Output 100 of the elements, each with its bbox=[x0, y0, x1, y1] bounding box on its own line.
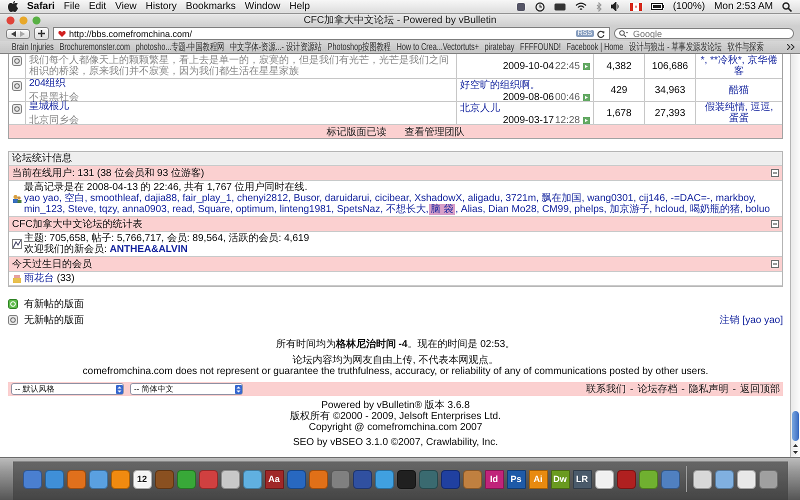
member-link[interactable]: CM99, bbox=[542, 204, 572, 215]
forum-totals: 主题: 705,658, 帖子: 5,766,717, 会员: 89,564, 活跃的会员: 4,619 bbox=[24, 233, 310, 244]
member-link[interactable]: SpetsNaz, bbox=[336, 204, 384, 215]
welcome-text: 欢迎我们的新会员: ANTHEA&ALVIN bbox=[24, 244, 189, 255]
post-count: 34,963 bbox=[654, 84, 686, 96]
birthday-member: 雨花台 (33) bbox=[24, 273, 75, 284]
menu-item[interactable]: Help bbox=[289, 1, 310, 12]
menu-item[interactable]: Edit bbox=[88, 1, 106, 12]
member-link[interactable]: dajia88, bbox=[144, 193, 180, 204]
menu-item[interactable]: File bbox=[64, 1, 80, 12]
member-link[interactable]: 空白, bbox=[64, 193, 88, 204]
dock-app-tile[interactable]: LR bbox=[572, 470, 592, 488]
new-member-link[interactable]: ANTHEA&ALVIN bbox=[110, 244, 188, 255]
member-link[interactable]: cicibear, bbox=[374, 193, 412, 204]
disclaimer-text: 论坛内容均为网友自由上传, 不代表本网观点。 bbox=[292, 355, 500, 366]
member-link[interactable]: Busor, bbox=[294, 193, 322, 204]
seo-credit: SEO by vBSEO 3.1.0 ©2007, Crawlability, Inc. bbox=[292, 437, 500, 448]
member-link[interactable]: aligadu, bbox=[468, 193, 503, 204]
dock-app-tile[interactable]: Aa bbox=[264, 470, 284, 488]
forum-title-link[interactable]: 204组织 bbox=[29, 76, 453, 90]
member-link[interactable]: cij146, bbox=[638, 193, 668, 204]
panel-title: 论坛统计信息 bbox=[9, 152, 782, 166]
member-link[interactable]: phelps, bbox=[574, 204, 607, 215]
member-link[interactable]: Square, bbox=[198, 204, 233, 215]
bookmark-item[interactable]: Facebook | Home bbox=[566, 42, 624, 52]
member-link[interactable]: 脑 袋 bbox=[428, 204, 456, 215]
thread-count: 429 bbox=[610, 84, 628, 96]
link-separator: - bbox=[630, 384, 634, 395]
member-link[interactable]: 喝奶瓶的猪, bbox=[690, 204, 743, 215]
bookmark-item[interactable]: Brain Injuries bbox=[12, 42, 54, 52]
member-link[interactable]: daruidarui, bbox=[324, 193, 372, 204]
member-link[interactable]: hcloud, bbox=[654, 204, 688, 215]
footer-link[interactable]: 隐私声明 bbox=[688, 384, 729, 395]
member-link[interactable]: yao yao, bbox=[24, 193, 62, 204]
legend-label: 无新帖的版面 bbox=[24, 314, 84, 327]
bookmark-item[interactable]: 中文字体-资源...- 设计资源站 bbox=[230, 41, 322, 53]
bookmark-item[interactable]: photosho...专题-中国教程网 bbox=[136, 41, 224, 53]
credit-line: 版权所有 ©2000 - 2009, Jelsoft Enterprises Ltd. bbox=[289, 411, 502, 422]
dock-app-tile[interactable]: Id bbox=[484, 470, 504, 488]
clock[interactable]: Mon 2:53 AM bbox=[714, 1, 773, 12]
member-link[interactable]: chenyi2812, bbox=[236, 193, 291, 204]
footer-link[interactable]: 返回顶部 bbox=[740, 384, 780, 395]
member-link[interactable]: 飘在加国, bbox=[542, 193, 584, 204]
dock-app-tile[interactable]: 12 bbox=[132, 470, 152, 488]
member-link[interactable]: markboy, bbox=[716, 193, 756, 204]
dock-app-tile[interactable]: Ps bbox=[506, 470, 526, 488]
forum-action-link[interactable]: 查看管理团队 bbox=[404, 124, 464, 138]
menu-item[interactable]: Window bbox=[244, 1, 280, 12]
section-heading: 今天过生日的会员 bbox=[12, 258, 92, 271]
thread-count: 4,382 bbox=[606, 60, 632, 72]
post-count: 106,686 bbox=[652, 60, 688, 72]
timezone-text: 所有时间均为格林尼治时间 -4。现在的时间是 02:53。 bbox=[274, 339, 516, 350]
bookmark-item[interactable]: piratebay bbox=[484, 42, 514, 52]
credit-line: Powered by vBulletin® 版本 3.6.8 bbox=[321, 400, 471, 411]
menu-item[interactable]: History bbox=[146, 1, 177, 12]
member-link[interactable]: 3721m, bbox=[506, 193, 539, 204]
last-post-link[interactable]: 好空旷的组织啊。 bbox=[460, 78, 590, 92]
footer-link[interactable]: 论坛存档 bbox=[637, 384, 678, 395]
member-link[interactable]: smoothleaf, bbox=[90, 193, 142, 204]
member-link[interactable]: -=DAC=-, bbox=[670, 193, 713, 204]
credit-line: Copyright @ comefromchina.com 2007 bbox=[308, 422, 484, 433]
bookmark-item[interactable]: Photoshop按图教程 bbox=[328, 41, 391, 53]
bookmark-item[interactable]: 软件与探索 bbox=[728, 41, 764, 53]
bookmark-item[interactable]: How to Crea...Vectortuts+ bbox=[396, 42, 479, 52]
disclaimer-text: comefromchina.com does not represent or guarantee the truthfulness, accuracy, or reliability of any of communications posted by other users. bbox=[82, 366, 710, 377]
birthday-member-link[interactable]: 雨花台 bbox=[24, 273, 54, 284]
dropdown[interactable]: -- 简体中文 bbox=[130, 383, 243, 395]
search-field[interactable]: Google bbox=[614, 28, 794, 39]
menu-item[interactable]: View bbox=[115, 1, 137, 12]
member-link[interactable]: wang0301, bbox=[587, 193, 636, 204]
dropdown[interactable]: -- 默认风格 bbox=[11, 383, 124, 395]
member-link[interactable]: 不想长大, bbox=[386, 204, 429, 215]
last-post-link[interactable]: 北京人儿 bbox=[460, 100, 590, 114]
member-link[interactable]: anna0903, bbox=[122, 204, 170, 215]
bookmark-item[interactable]: 设计与狼出 - 草事发源发论坛 bbox=[629, 41, 722, 53]
legend-label: 有新帖的版面 bbox=[24, 298, 84, 311]
bookmark-item[interactable]: Brochuremonster.com bbox=[60, 42, 130, 52]
footer-link[interactable]: 联系我们 bbox=[586, 384, 626, 395]
post-time: 22:45 bbox=[554, 60, 580, 72]
member-link[interactable]: linteng1981, bbox=[280, 204, 334, 215]
forum-description: 我们每个人都像天上的颗颗繁星，看上去是单一的，寂寞的，但是我们有光芒，光芒是我们之间相识的桥梁，原来我们并不寂寞，因为我们都生活在星星家族 bbox=[29, 55, 450, 77]
member-link[interactable]: tqzy, bbox=[99, 204, 120, 215]
member-link[interactable]: , Alias, bbox=[455, 204, 486, 215]
forum-action-link[interactable]: 标记版面已读 bbox=[326, 124, 386, 138]
moderator-links[interactable]: *, **冷秋*, 京华倦客 bbox=[699, 55, 779, 77]
app-menu[interactable]: Safari bbox=[27, 1, 55, 12]
member-link[interactable]: read, bbox=[172, 204, 196, 215]
moderator-links[interactable]: 酷猫 bbox=[729, 84, 749, 96]
member-link[interactable]: 加京游子, bbox=[609, 204, 652, 215]
member-link[interactable]: boluo bbox=[746, 204, 770, 215]
member-link[interactable]: min_123, bbox=[24, 204, 66, 215]
member-link[interactable]: Steve, bbox=[68, 204, 96, 215]
menu-item[interactable]: Bookmarks bbox=[186, 1, 236, 12]
member-link[interactable]: XshadowX, bbox=[414, 193, 465, 204]
bookmark-item[interactable]: FFFFOUND! bbox=[520, 42, 561, 52]
member-link[interactable]: Dian Mo28, bbox=[488, 204, 540, 215]
logout-link[interactable]: 注销 [yao yao] bbox=[720, 313, 783, 327]
member-link[interactable]: fair_play_1, bbox=[182, 193, 234, 204]
member-link[interactable]: optimum, bbox=[236, 204, 277, 215]
moderator-links[interactable]: 假装纯情, 逗逗, 蛋蛋 bbox=[699, 102, 779, 124]
